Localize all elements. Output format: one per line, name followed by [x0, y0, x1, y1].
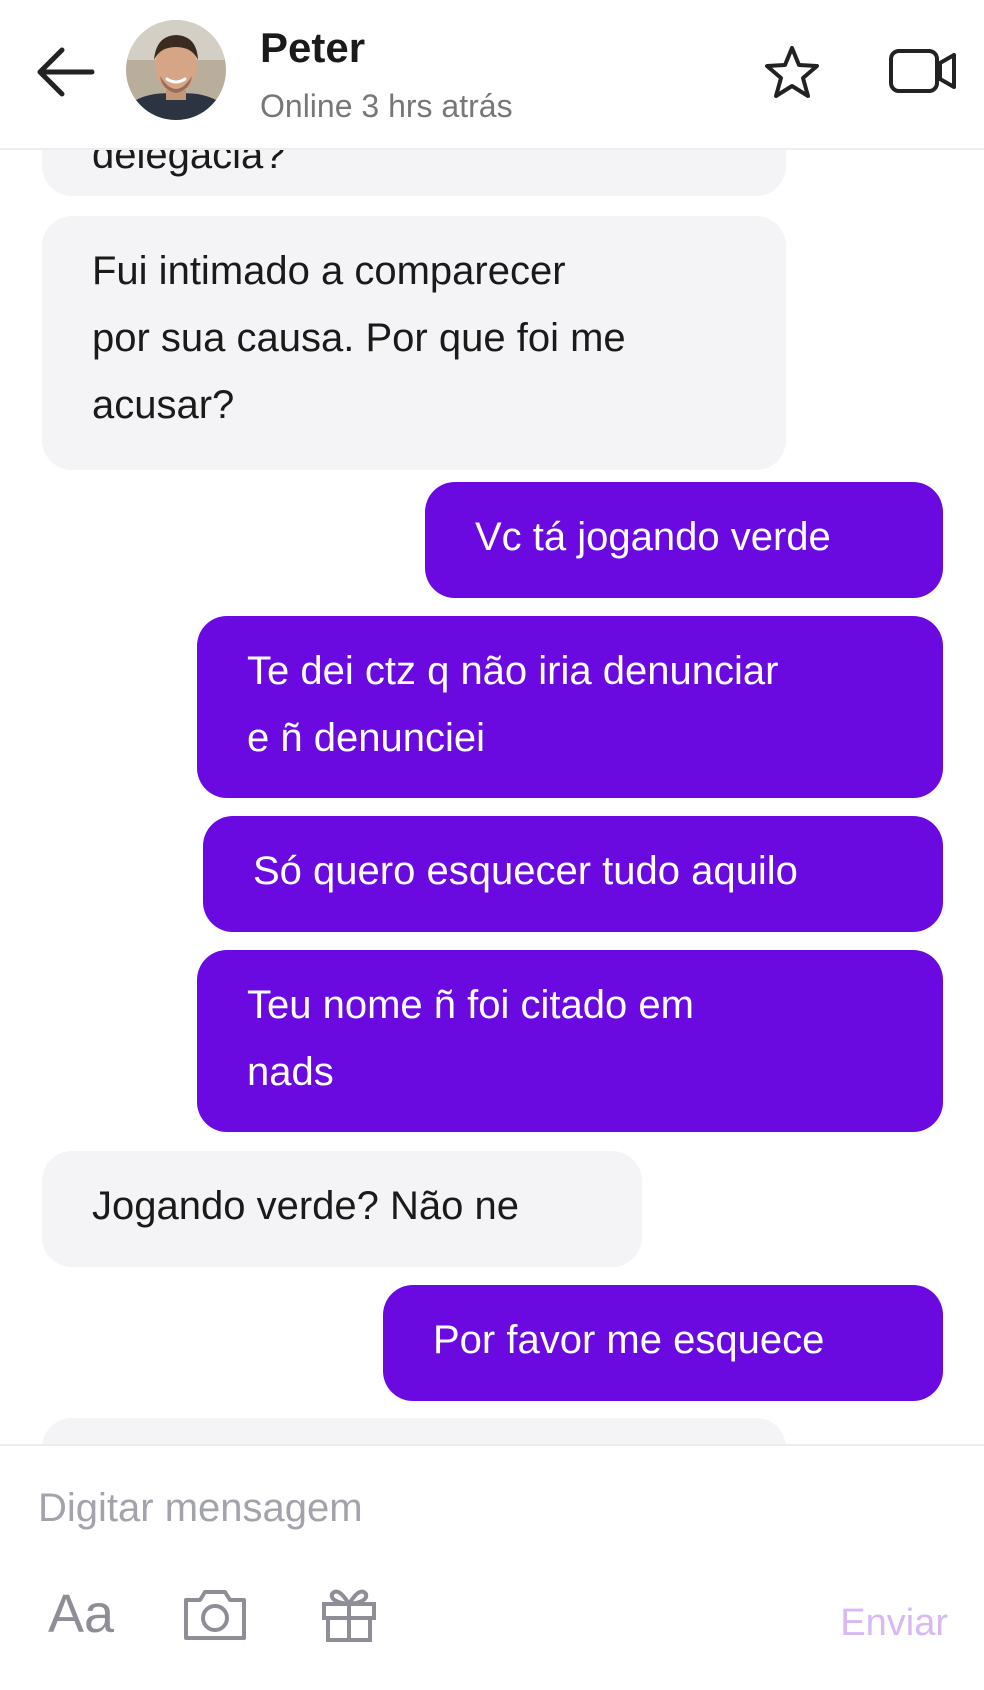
- message-incoming[interactable]: delegacia?: [42, 148, 786, 196]
- video-camera-icon: [889, 49, 956, 93]
- gift-button[interactable]: [318, 1582, 380, 1644]
- message-list[interactable]: delegacia? Fui intimado a comparecer por…: [0, 148, 984, 1444]
- message-outgoing[interactable]: Só quero esquecer tudo aquilo: [203, 816, 943, 932]
- back-arrow-icon: [37, 47, 95, 97]
- camera-button[interactable]: [180, 1586, 250, 1644]
- contact-name[interactable]: Peter: [260, 24, 365, 72]
- chat-header: Peter Online 3 hrs atrás: [0, 0, 984, 150]
- star-icon: [765, 46, 819, 98]
- message-incoming[interactable]: Jogando verde? Não ne: [42, 1151, 642, 1267]
- video-call-button[interactable]: [888, 46, 958, 98]
- gift-icon: [322, 1589, 376, 1642]
- message-outgoing[interactable]: Por favor me esquece: [383, 1285, 943, 1401]
- message-outgoing[interactable]: Teu nome ñ foi citado em nads: [197, 950, 943, 1132]
- back-button[interactable]: [34, 44, 98, 100]
- message-outgoing[interactable]: Vc tá jogando verde: [425, 482, 943, 598]
- send-button[interactable]: Enviar: [840, 1602, 948, 1645]
- camera-icon: [184, 1590, 246, 1640]
- message-input[interactable]: Digitar mensagem: [38, 1486, 363, 1531]
- text-format-label: Aa: [48, 1584, 115, 1644]
- contact-status: Online 3 hrs atrás: [260, 88, 513, 124]
- text-format-button[interactable]: Aa: [48, 1582, 120, 1646]
- favorite-button[interactable]: [762, 44, 822, 100]
- message-incoming-partial[interactable]: [42, 1418, 786, 1444]
- avatar[interactable]: [126, 20, 226, 120]
- message-composer: Digitar mensagem Aa Enviar: [0, 1444, 984, 1690]
- message-incoming[interactable]: Fui intimado a comparecer por sua causa.…: [42, 216, 786, 470]
- message-outgoing[interactable]: Te dei ctz q não iria denunciar e ñ denu…: [197, 616, 943, 798]
